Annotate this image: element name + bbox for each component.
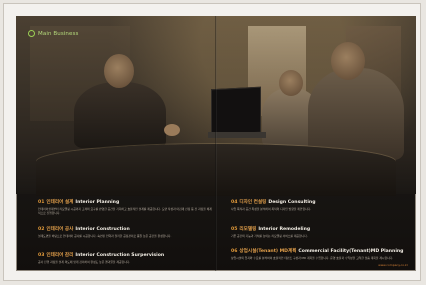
section-title-ko: 상업시설(Tenant) MD계획 (239, 249, 297, 254)
person-right-head (331, 42, 365, 80)
section-interior-remodeling: 05 리모델링 Interior Remodeling 기존 공간의 기능과 가… (231, 226, 406, 238)
section-body: 인테리어설계부터 리모델링 시공까지 고객의 요구를 반영한 공간을 기획하고 … (38, 207, 212, 215)
person-left-hand (164, 124, 180, 136)
section-body: 사업 목적과 공간 특성을 분석하여 최적의 디자인 방향을 제안합니다. (231, 207, 312, 211)
document-frame: Main Business 01 인테리어 설계 Interior Planni… (3, 3, 421, 281)
section-interior-construction: 02 인테리어 공사 Interior Construction 설계도면을 바… (38, 226, 213, 238)
section-number: 05 (231, 227, 238, 232)
section-title-en: Commercial Facility(Tenant)MD Planning (298, 249, 404, 254)
section-title-en: Interior Planning (75, 200, 120, 205)
person-right (308, 68, 404, 160)
section-body: 설계도면을 바탕으로 인테리어 공사를 시공합니다. 숙련된 인력과 철저한 공… (38, 234, 172, 238)
section-title: 02 인테리어 공사 Interior Construction (38, 226, 213, 232)
section-title-ko: 리모델링 (239, 227, 257, 232)
section-body: 공사 진행 과정을 설계 의도에 맞게 감리하여 완성도 높은 결과물을 제공합… (38, 260, 131, 264)
badge-label: Main Business (38, 30, 79, 37)
section-title: 06 상업시설(Tenant) MD계획 Commercial Facility… (231, 248, 411, 254)
section-body: 상업시설의 입지와 수요를 분석하여 효율적인 테넌트 구성과 MD 계획을 수… (231, 256, 394, 260)
section-construction-supervision: 03 인테리어 감리 Interior Construction Surperv… (38, 252, 213, 264)
person-left (74, 82, 166, 148)
section-title-en: Interior Construction Surpervision (75, 253, 165, 258)
section-title-en: Design Consulting (268, 200, 316, 205)
main-business-badge: Main Business (28, 30, 78, 37)
laptop-screen (211, 86, 261, 136)
person-middle-head (279, 70, 303, 96)
section-md-planning: 06 상업시설(Tenant) MD계획 Commercial Facility… (231, 248, 411, 260)
section-title-ko: 인테리어 공사 (46, 227, 74, 232)
section-title: 05 리모델링 Interior Remodeling (231, 226, 406, 232)
section-title: 04 디자인 컨설팅 Design Consulting (231, 199, 406, 205)
section-interior-planning: 01 인테리어 설계 Interior Planning 인테리어설계부터 리모… (38, 199, 213, 215)
section-title: 01 인테리어 설계 Interior Planning (38, 199, 213, 205)
section-body: 기존 공간의 기능과 가치를 높이는 리모델링 서비스를 제공합니다. (231, 234, 308, 238)
page-spine (215, 16, 217, 271)
section-title-en: Interior Construction (75, 227, 130, 232)
brochure-spread: Main Business 01 인테리어 설계 Interior Planni… (16, 16, 416, 271)
section-number: 06 (231, 249, 238, 254)
section-title-ko: 인테리어 감리 (46, 253, 74, 258)
section-title-ko: 디자인 컨설팅 (239, 200, 267, 205)
section-title: 03 인테리어 감리 Interior Construction Surperv… (38, 252, 213, 258)
section-number: 02 (38, 227, 45, 232)
section-title-ko: 인테리어 설계 (46, 200, 74, 205)
section-number: 01 (38, 200, 45, 205)
section-number: 04 (231, 200, 238, 205)
section-title-en: Interior Remodeling (258, 227, 311, 232)
circle-icon (28, 30, 35, 37)
footer-text: www.company.co.kr (378, 263, 408, 267)
section-number: 03 (38, 253, 45, 258)
person-left-head (104, 54, 134, 88)
section-design-consulting: 04 디자인 컨설팅 Design Consulting 사업 목적과 공간 특… (231, 199, 406, 211)
